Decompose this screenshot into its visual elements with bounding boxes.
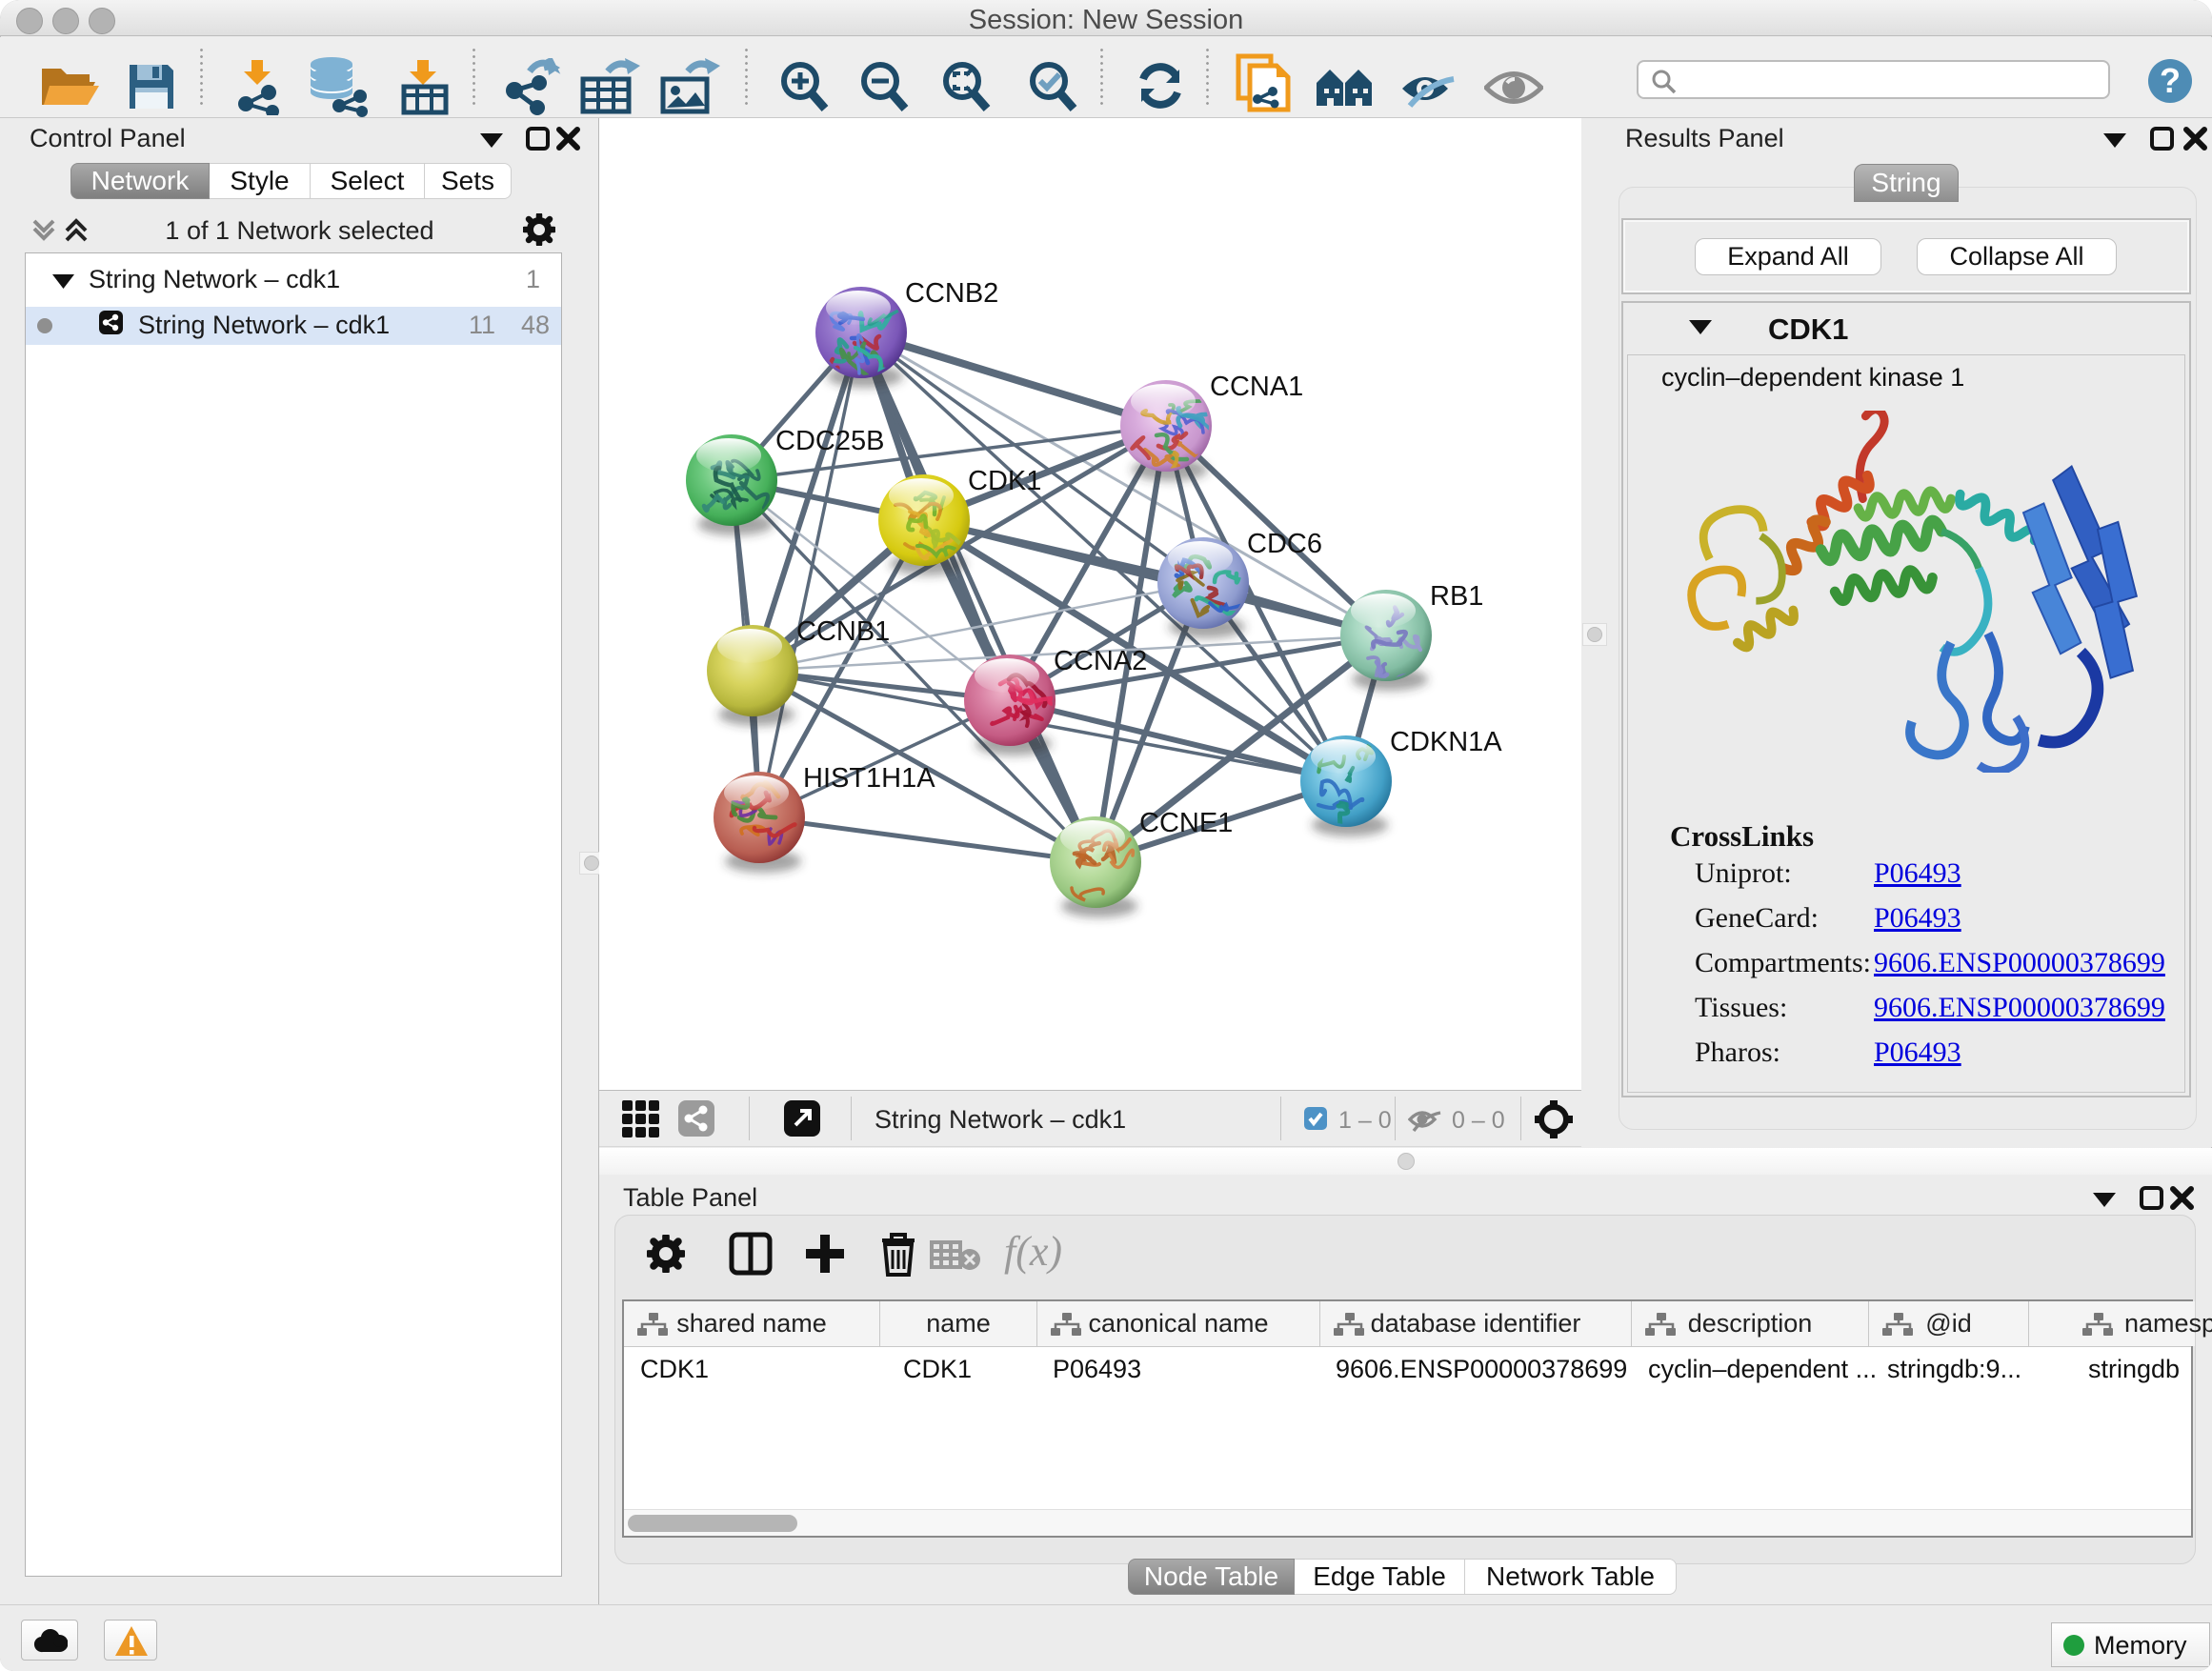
svg-text:CCNB1: CCNB1 bbox=[796, 616, 890, 647]
svg-text:CDKN1A: CDKN1A bbox=[1390, 727, 1502, 757]
svg-text:HIST1H1A: HIST1H1A bbox=[803, 763, 935, 794]
svg-text:CCNE1: CCNE1 bbox=[1139, 808, 1233, 838]
svg-text:CDK1: CDK1 bbox=[968, 466, 1041, 496]
svg-text:CCNA1: CCNA1 bbox=[1210, 372, 1303, 402]
svg-text:CDC25B: CDC25B bbox=[775, 426, 884, 456]
svg-text:RB1: RB1 bbox=[1430, 581, 1483, 612]
svg-text:?: ? bbox=[2160, 61, 2181, 100]
svg-text:CDC6: CDC6 bbox=[1247, 529, 1322, 559]
svg-text:CCNB2: CCNB2 bbox=[905, 278, 998, 309]
svg-text:CCNA2: CCNA2 bbox=[1054, 646, 1147, 676]
